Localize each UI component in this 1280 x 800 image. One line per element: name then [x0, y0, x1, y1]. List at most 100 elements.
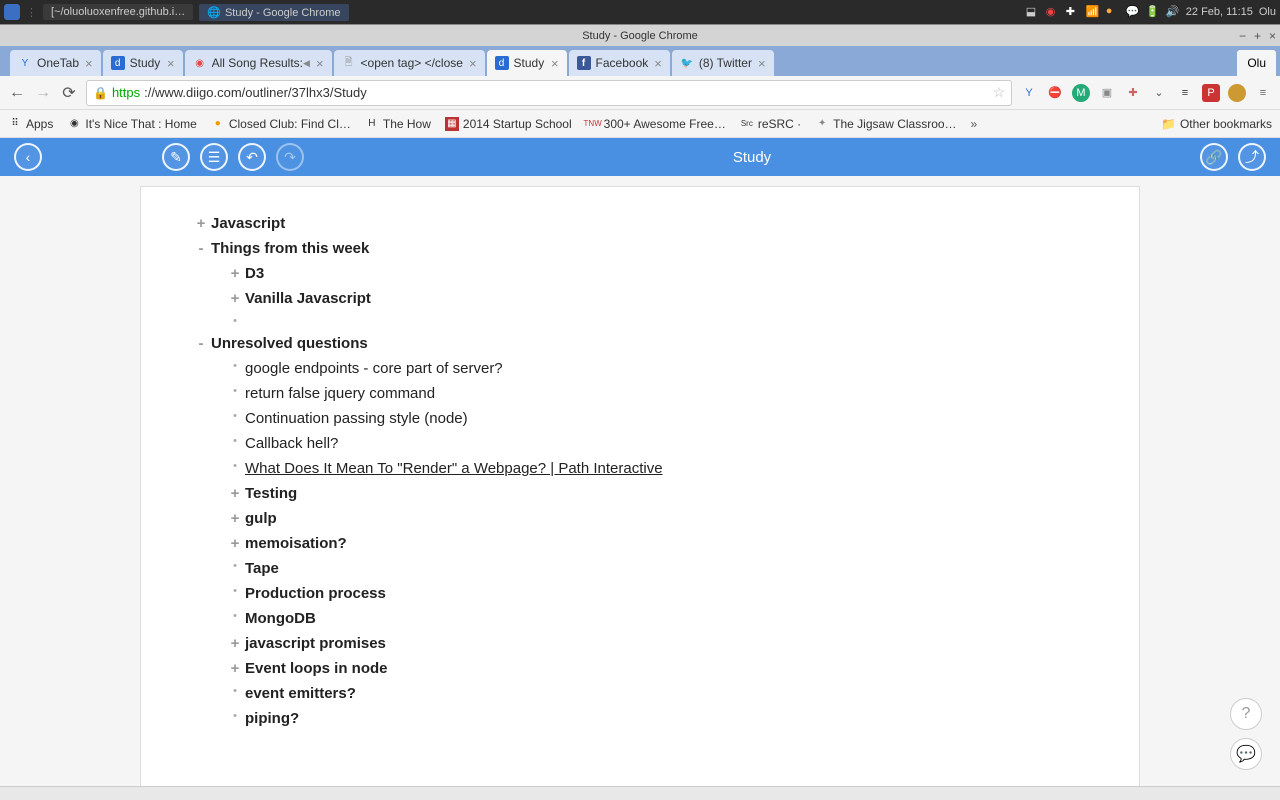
horizontal-scrollbar[interactable] [0, 786, 1280, 800]
volume-icon[interactable]: 🔊 [1166, 5, 1180, 19]
window-close-icon[interactable]: × [1269, 29, 1276, 43]
bookmark-star-icon[interactable]: ☆ [992, 84, 1005, 101]
tab-close-icon[interactable]: × [316, 56, 324, 71]
bookmark-apps[interactable]: ⠿Apps [8, 117, 53, 131]
tab-onetab[interactable]: Y OneTab × [10, 50, 101, 76]
ext-panel-icon[interactable]: ▣ [1098, 84, 1116, 102]
reload-button[interactable]: ⟳ [60, 84, 78, 102]
content-scroll-area[interactable]: +Javascript-Things from this week+D3+Van… [0, 176, 1280, 786]
outline-text[interactable]: memoisation? [245, 535, 1089, 552]
bookmark-item[interactable]: ✦The Jigsaw Classroo… [815, 117, 956, 131]
chrome-tray-icon[interactable]: ◉ [1046, 5, 1060, 19]
outline-row[interactable]: •MongoDB [191, 606, 1089, 631]
collapse-icon[interactable]: - [191, 335, 211, 352]
expand-icon[interactable]: + [225, 510, 245, 527]
window-maximize-icon[interactable]: + [1254, 29, 1261, 43]
ext-mega-icon[interactable]: M [1072, 84, 1090, 102]
bookmark-item[interactable]: ▦2014 Startup School [445, 117, 572, 131]
ext-circle-icon[interactable] [1228, 84, 1246, 102]
bookmark-item[interactable]: HThe How [365, 117, 431, 131]
outline-text[interactable]: MongoDB [245, 610, 1089, 627]
outline-text[interactable]: Javascript [211, 215, 1089, 232]
url-bar[interactable]: 🔒 https://www.diigo.com/outliner/37lhx3/… [86, 80, 1012, 106]
expand-icon[interactable]: + [225, 635, 245, 652]
help-button[interactable]: ? [1230, 698, 1262, 730]
list-icon[interactable]: ☰ [200, 143, 228, 171]
tab-close-icon[interactable]: × [469, 56, 477, 71]
outline-row[interactable]: -Unresolved questions [191, 331, 1089, 356]
ext-adblock-icon[interactable]: ⛔ [1046, 84, 1064, 102]
outline-text[interactable]: Event loops in node [245, 660, 1089, 677]
outline-row[interactable]: •Production process [191, 581, 1089, 606]
bookmark-item[interactable]: ●Closed Club: Find Cl… [211, 117, 351, 131]
outline-row[interactable]: •Tape [191, 556, 1089, 581]
outline-text[interactable]: piping? [245, 710, 1089, 727]
tab-study-active[interactable]: d Study × [487, 50, 567, 76]
tab-close-icon[interactable]: × [551, 56, 559, 71]
outline-row[interactable]: • [191, 311, 1089, 331]
dropbox-icon[interactable]: ⬓ [1026, 5, 1040, 19]
outline-text[interactable]: javascript promises [245, 635, 1089, 652]
system-user[interactable]: Olu [1259, 6, 1276, 18]
new-note-icon[interactable]: ✎ [162, 143, 190, 171]
ext-pin-icon[interactable]: P [1202, 84, 1220, 102]
redo-icon[interactable]: ↷ [276, 143, 304, 171]
bookmarks-overflow-icon[interactable]: » [971, 117, 978, 131]
outline-text[interactable]: return false jquery command [245, 385, 1089, 402]
outline-row[interactable]: +Vanilla Javascript [191, 286, 1089, 311]
upload-icon[interactable]: ⤴ [1238, 143, 1266, 171]
ext-pocket-icon[interactable]: ⌄ [1150, 84, 1168, 102]
taskbar-item-terminal[interactable]: [~/oluoluoxenfree.github.i… [43, 4, 193, 20]
outline-row[interactable]: +D3 [191, 261, 1089, 286]
chrome-menu-icon[interactable]: ≡ [1254, 84, 1272, 102]
bookmark-item[interactable]: TNW300+ Awesome Free… [586, 117, 726, 131]
expand-icon[interactable]: + [225, 535, 245, 552]
tab-close-icon[interactable]: × [758, 56, 766, 71]
outline-text[interactable]: google endpoints - core part of server? [245, 360, 1089, 377]
outline-row[interactable]: •What Does It Mean To "Render" a Webpage… [191, 456, 1089, 481]
outline-row[interactable]: •piping? [191, 706, 1089, 731]
outline-row[interactable]: -Things from this week [191, 236, 1089, 261]
messages-icon[interactable]: 💬 [1126, 5, 1140, 19]
taskbar-item-chrome[interactable]: 🌐Study - Google Chrome [199, 4, 348, 21]
outline-text[interactable]: Continuation passing style (node) [245, 410, 1089, 427]
outline-row[interactable]: +memoisation? [191, 531, 1089, 556]
window-minimize-icon[interactable]: − [1239, 29, 1246, 43]
chat-button[interactable]: 💬 [1230, 738, 1262, 770]
outline-text[interactable]: What Does It Mean To "Render" a Webpage?… [245, 460, 1089, 477]
bookmark-item[interactable]: SrcreSRC · [740, 117, 801, 131]
outline-row[interactable]: •Callback hell? [191, 431, 1089, 456]
outline-row[interactable]: +Javascript [191, 211, 1089, 236]
outline-text[interactable]: Tape [245, 560, 1089, 577]
back-button[interactable]: ← [8, 84, 26, 102]
outline-row[interactable]: +javascript promises [191, 631, 1089, 656]
link-icon[interactable]: 🔗 [1200, 143, 1228, 171]
outline-text[interactable]: Unresolved questions [211, 335, 1089, 352]
bookmark-item[interactable]: ◉It's Nice That : Home [67, 117, 196, 131]
ext-onetab-icon[interactable]: Y [1020, 84, 1038, 102]
expand-icon[interactable]: + [225, 290, 245, 307]
expand-icon[interactable]: + [225, 265, 245, 282]
expand-icon[interactable]: + [225, 485, 245, 502]
tab-close-icon[interactable]: × [167, 56, 175, 71]
tab-opentag[interactable]: 🗎 <open tag> </close × [334, 50, 485, 76]
expand-icon[interactable]: + [225, 660, 245, 677]
expand-icon[interactable]: + [191, 215, 211, 232]
tab-study-1[interactable]: d Study × [103, 50, 183, 76]
outline-row[interactable]: +Testing [191, 481, 1089, 506]
outline-row[interactable]: •Continuation passing style (node) [191, 406, 1089, 431]
tab-songs[interactable]: ◉ All Song Results: ◀ × [185, 50, 332, 76]
outline-text[interactable]: D3 [245, 265, 1089, 282]
tab-twitter[interactable]: 🐦 (8) Twitter × [672, 50, 774, 76]
outline-row[interactable]: +Event loops in node [191, 656, 1089, 681]
chrome-user-button[interactable]: Olu [1237, 50, 1276, 76]
collapse-icon[interactable]: - [191, 240, 211, 257]
bookmark-other[interactable]: 📁Other bookmarks [1161, 117, 1272, 131]
outline-text[interactable]: Testing [245, 485, 1089, 502]
outline-row[interactable]: •return false jquery command [191, 381, 1089, 406]
notification-icon[interactable]: ● [1106, 5, 1120, 19]
ext-buffer-icon[interactable]: ≡ [1176, 84, 1194, 102]
outline-row[interactable]: +gulp [191, 506, 1089, 531]
outline-text[interactable]: Vanilla Javascript [245, 290, 1089, 307]
tab-close-icon[interactable]: × [85, 56, 93, 71]
